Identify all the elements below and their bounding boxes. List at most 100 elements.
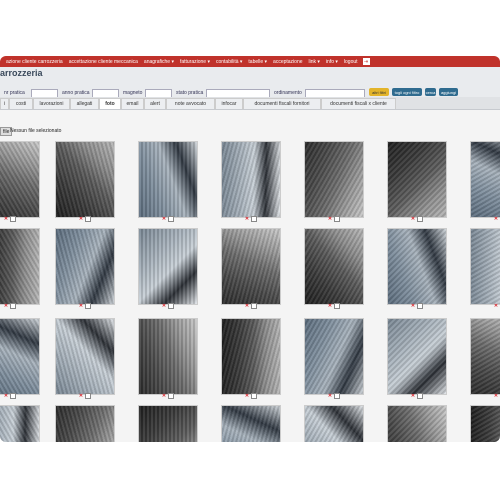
select-checkbox[interactable] [168, 393, 175, 399]
delete-icon[interactable]: ✕ [328, 303, 332, 309]
tab-allegati[interactable]: allegati [70, 98, 99, 109]
car-photo-thumbnail[interactable] [0, 405, 40, 442]
select-checkbox[interactable] [85, 393, 92, 399]
car-photo-thumbnail[interactable] [470, 405, 500, 442]
delete-icon[interactable]: ✕ [79, 216, 83, 222]
car-photo-thumbnail[interactable] [470, 141, 500, 218]
nr-pratica-label: nr pratica [4, 90, 25, 96]
delete-icon[interactable]: ✕ [4, 303, 8, 309]
select-checkbox[interactable] [10, 303, 17, 309]
car-photo-thumbnail[interactable] [470, 318, 500, 395]
nav-item-meccanica[interactable]: accettazione cliente meccanica [69, 59, 138, 65]
car-photo-thumbnail[interactable] [387, 318, 447, 395]
select-checkbox[interactable] [251, 303, 258, 309]
select-checkbox[interactable] [417, 393, 424, 399]
tab-foto[interactable]: foto [99, 98, 121, 109]
car-photo-thumbnail[interactable] [138, 405, 198, 442]
select-checkbox[interactable] [85, 303, 92, 309]
delete-icon[interactable]: ✕ [494, 303, 498, 309]
select-checkbox[interactable] [168, 303, 175, 309]
car-photo-thumbnail[interactable] [387, 405, 447, 442]
nav-item-anagrafiche[interactable]: anagrafiche ▾ [144, 59, 174, 65]
car-photo-thumbnail[interactable] [138, 318, 198, 395]
delete-icon[interactable]: ✕ [162, 216, 166, 222]
delete-icon[interactable]: ✕ [245, 303, 249, 309]
car-photo-thumbnail[interactable] [304, 141, 364, 218]
select-checkbox[interactable] [10, 393, 17, 399]
delete-icon[interactable]: ✕ [4, 393, 8, 399]
tab-info[interactable]: i [0, 98, 9, 109]
car-photo-thumbnail[interactable] [138, 141, 198, 218]
delete-icon[interactable]: ✕ [245, 393, 249, 399]
select-checkbox[interactable] [334, 216, 341, 222]
car-photo-thumbnail[interactable] [221, 405, 281, 442]
car-photo-thumbnail[interactable] [221, 141, 281, 218]
car-photo-thumbnail[interactable] [55, 228, 115, 305]
photo-detail [305, 406, 363, 442]
tab-documenti-cliente[interactable]: documenti fiscali x cliente [321, 98, 396, 109]
select-checkbox[interactable] [85, 216, 92, 222]
tab-alert[interactable]: alert [144, 98, 166, 109]
tab-email[interactable]: email [121, 98, 144, 109]
delete-icon[interactable]: ✕ [328, 216, 332, 222]
select-checkbox[interactable] [334, 303, 341, 309]
select-checkbox[interactable] [334, 393, 341, 399]
photo-cell: ✕ [138, 318, 198, 399]
select-checkbox[interactable] [168, 216, 175, 222]
select-checkbox[interactable] [417, 303, 424, 309]
delete-icon[interactable]: ✕ [411, 393, 415, 399]
tab-documenti-fornitori[interactable]: documenti fiscali fornitori [243, 98, 321, 109]
car-photo-thumbnail[interactable] [387, 228, 447, 305]
car-photo-thumbnail[interactable] [55, 318, 115, 395]
nav-item-link[interactable]: link ▾ [309, 59, 320, 65]
photo-controls: ✕ [470, 216, 500, 222]
delete-icon[interactable]: ✕ [411, 216, 415, 222]
tab-infocar[interactable]: infocar [215, 98, 243, 109]
altri-filtri-button[interactable]: altri filtri [369, 88, 389, 96]
exit-icon[interactable]: ⇥ [362, 58, 370, 65]
nav-item-logout[interactable]: logout [344, 59, 358, 65]
photo-detail [56, 229, 114, 304]
delete-icon[interactable]: ✕ [245, 216, 249, 222]
delete-icon[interactable]: ✕ [411, 303, 415, 309]
car-photo-thumbnail[interactable] [387, 141, 447, 218]
aggiungi-button[interactable]: aggiungi [439, 88, 458, 96]
nav-item-fatturazione[interactable]: fatturazione ▾ [180, 59, 210, 65]
tab-lavorazioni[interactable]: lavorazioni [33, 98, 70, 109]
delete-icon[interactable]: ✕ [328, 393, 332, 399]
car-photo-thumbnail[interactable] [0, 318, 40, 395]
cerca-button[interactable]: cerca [425, 88, 436, 96]
select-checkbox[interactable] [10, 216, 17, 222]
delete-icon[interactable]: ✕ [79, 303, 83, 309]
photo-detail [139, 406, 197, 442]
car-photo-thumbnail[interactable] [470, 228, 500, 305]
car-photo-thumbnail[interactable] [55, 141, 115, 218]
delete-icon[interactable]: ✕ [79, 393, 83, 399]
delete-icon[interactable]: ✕ [162, 393, 166, 399]
tab-note-avvocato[interactable]: note avvocato [166, 98, 215, 109]
delete-icon[interactable]: ✕ [494, 216, 498, 222]
car-photo-thumbnail[interactable] [221, 318, 281, 395]
tab-costi[interactable]: costi [9, 98, 33, 109]
car-photo-thumbnail[interactable] [304, 405, 364, 442]
delete-icon[interactable]: ✕ [4, 216, 8, 222]
car-photo-thumbnail[interactable] [221, 228, 281, 305]
car-photo-thumbnail[interactable] [0, 141, 40, 218]
select-checkbox[interactable] [251, 393, 258, 399]
car-photo-thumbnail[interactable] [304, 228, 364, 305]
car-photo-thumbnail[interactable] [304, 318, 364, 395]
nav-item-info[interactable]: info ▾ [326, 59, 338, 65]
delete-icon[interactable]: ✕ [494, 393, 498, 399]
togli-filtro-button[interactable]: togli ogni filtro [392, 88, 422, 96]
select-checkbox[interactable] [251, 216, 258, 222]
photo-controls: ✕ [387, 303, 447, 309]
select-checkbox[interactable] [417, 216, 424, 222]
delete-icon[interactable]: ✕ [162, 303, 166, 309]
nav-item-carrozzeria[interactable]: azione cliente carrozzeria [6, 59, 63, 65]
car-photo-thumbnail[interactable] [55, 405, 115, 442]
car-photo-thumbnail[interactable] [138, 228, 198, 305]
nav-item-acceptazione[interactable]: acceptazione [273, 59, 302, 65]
car-photo-thumbnail[interactable] [0, 228, 40, 305]
nav-item-tabelle[interactable]: tabelle ▾ [248, 59, 267, 65]
nav-item-contabilita[interactable]: contabilità ▾ [216, 59, 242, 65]
